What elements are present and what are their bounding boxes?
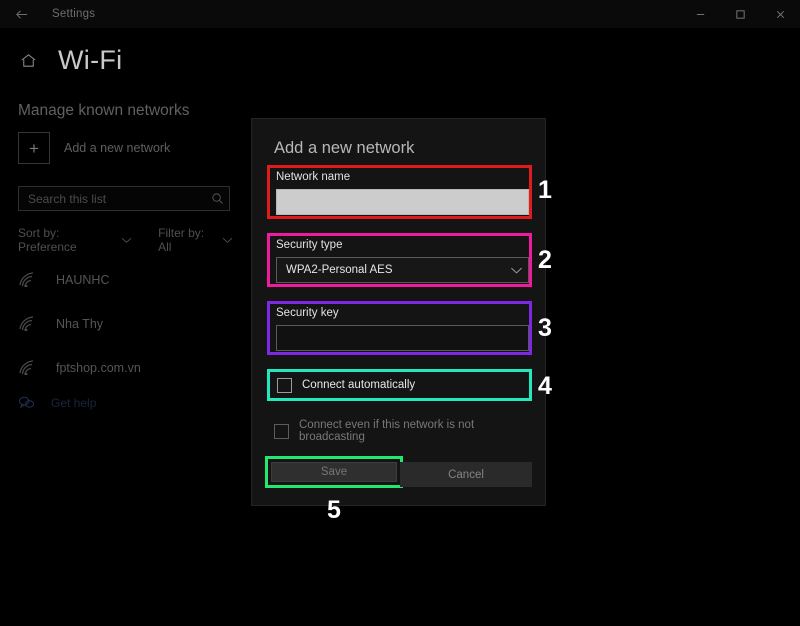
cancel-button[interactable]: Cancel — [400, 462, 532, 487]
home-icon[interactable] — [16, 48, 40, 72]
sort-by-dropdown[interactable]: Sort by: Preference — [18, 226, 132, 254]
security-key-input[interactable] — [276, 325, 529, 351]
filter-by-dropdown[interactable]: Filter by: All — [158, 226, 233, 254]
window-titlebar: Settings — [0, 0, 800, 28]
back-arrow-icon[interactable] — [0, 0, 42, 28]
connect-automatically-checkbox[interactable] — [277, 377, 292, 393]
security-key-label: Security key — [276, 307, 339, 319]
connect-not-broadcasting-checkbox[interactable] — [274, 423, 289, 439]
chevron-down-icon — [121, 233, 132, 247]
search-icon[interactable] — [205, 192, 229, 205]
wifi-icon — [14, 359, 44, 377]
network-name-input[interactable] — [276, 189, 529, 215]
get-help-link[interactable]: Get help — [18, 395, 96, 410]
chevron-down-icon — [504, 266, 528, 275]
list-item[interactable]: HAUNHC — [14, 258, 244, 302]
annotation-number-3: 3 — [538, 314, 552, 342]
annotation-number-5: 5 — [327, 496, 341, 524]
wifi-icon — [14, 315, 44, 333]
list-item[interactable]: Nha Thy — [14, 302, 244, 346]
window-title: Settings — [52, 8, 96, 20]
network-name-field-group: Network name — [267, 165, 532, 219]
security-type-label: Security type — [276, 239, 343, 251]
connect-not-broadcasting-label: Connect even if this network is not broa… — [299, 419, 475, 443]
save-button[interactable]: Save — [271, 462, 397, 482]
search-placeholder: Search this list — [28, 191, 107, 206]
network-name: HAUNHC — [56, 273, 110, 287]
dialog-title: Add a new network — [274, 139, 415, 157]
list-item[interactable]: fptshop.com.vn — [14, 346, 244, 390]
connect-automatically-label: Connect automatically — [302, 379, 416, 391]
chevron-down-icon — [222, 233, 233, 247]
page-title: Wi-Fi — [58, 44, 123, 75]
connect-not-broadcasting-row[interactable]: Connect even if this network is not broa… — [274, 419, 532, 443]
add-network-dialog: Add a new network Network name Security … — [251, 118, 546, 506]
get-help-label: Get help — [51, 395, 97, 410]
security-key-field-group: Security key — [267, 301, 532, 355]
section-subtitle: Manage known networks — [18, 102, 190, 119]
security-type-field-group: Security type WPA2-Personal AES — [267, 233, 532, 287]
maximize-button[interactable] — [720, 0, 760, 28]
add-a-new-network-button[interactable]: + Add a new network — [18, 132, 170, 164]
search-input[interactable]: Search this list — [18, 186, 230, 211]
sort-filter-row: Sort by: Preference Filter by: All — [18, 226, 233, 254]
plus-glyph: + — [29, 138, 39, 158]
known-networks-panel: Manage known networks + Add a new networ… — [0, 90, 250, 626]
close-button[interactable] — [760, 0, 800, 28]
save-button-group: Save — [265, 456, 403, 488]
network-name: Nha Thy — [56, 317, 104, 331]
connect-automatically-row[interactable]: Connect automatically — [267, 369, 532, 401]
network-name: fptshop.com.vn — [56, 361, 141, 375]
wifi-icon — [14, 271, 44, 289]
plus-icon: + — [18, 132, 50, 164]
security-type-dropdown[interactable]: WPA2-Personal AES — [276, 257, 529, 283]
sort-by-label: Sort by: Preference — [18, 226, 77, 254]
filter-by-label: Filter by: All — [158, 226, 205, 254]
annotation-number-2: 2 — [538, 246, 552, 274]
annotation-number-1: 1 — [538, 176, 552, 204]
chat-bubble-icon — [18, 395, 35, 410]
page-header: Wi-Fi — [0, 38, 800, 82]
network-name-label: Network name — [276, 171, 351, 183]
minimize-button[interactable] — [680, 0, 720, 28]
annotation-number-4: 4 — [538, 372, 552, 400]
add-network-label: Add a new network — [64, 141, 171, 155]
network-list: HAUNHC Nha Thy fptshop.com.vn — [14, 258, 244, 390]
security-type-value: WPA2-Personal AES — [286, 264, 393, 276]
